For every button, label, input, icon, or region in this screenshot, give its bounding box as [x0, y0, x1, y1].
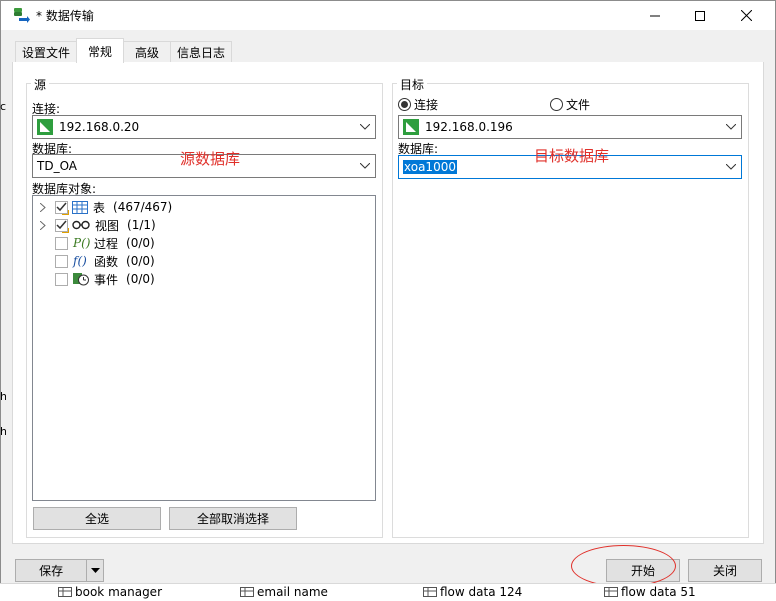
table-icon [72, 200, 88, 214]
bg-left-text-4: h [0, 425, 6, 438]
deselect-all-button[interactable]: 全部取消选择 [169, 507, 297, 530]
caret-down-icon [90, 568, 100, 573]
tree-item-label: 过程 [94, 236, 119, 251]
radio-selected-icon[interactable] [398, 98, 411, 111]
tree-item-count: (467/467) [113, 200, 173, 214]
tab-settings-file[interactable]: 设置文件 [15, 41, 77, 62]
event-icon [73, 273, 89, 286]
target-file-radio[interactable]: 文件 [550, 96, 590, 113]
table-icon [58, 587, 72, 597]
minimize-icon [650, 15, 660, 16]
events-checkbox[interactable] [55, 272, 68, 286]
bg-table-label: email name [257, 585, 328, 599]
window-title: * 数据传输 [36, 9, 94, 23]
mysql-connection-icon [37, 119, 53, 135]
bg-table-label: flow data 124 [440, 585, 523, 599]
chevron-down-icon [726, 164, 736, 170]
tab-general[interactable]: 常规 [76, 38, 124, 63]
bg-table-item: flow data 124 [423, 585, 522, 599]
table-icon [240, 587, 254, 597]
tree-item-count: (0/0) [126, 272, 155, 286]
tree-item-label: 函数 [94, 254, 119, 269]
bg-table-label: flow data 51 [621, 585, 696, 599]
functions-checkbox[interactable] [55, 254, 68, 268]
tab-info-log[interactable]: 信息日志 [170, 41, 232, 62]
target-connection-radio[interactable]: 连接 [398, 96, 438, 113]
bg-table-item: flow data 51 [604, 585, 696, 599]
expand-arrow-icon[interactable] [33, 220, 53, 230]
tree-item-procedures[interactable]: P() 过程 (0/0) [33, 234, 155, 252]
radio-unselected-icon[interactable] [550, 98, 563, 111]
bg-left-text-2: ch [0, 100, 6, 113]
function-icon: f() [73, 254, 87, 268]
app-icon [13, 7, 31, 24]
tab-advanced[interactable]: 高级 [123, 41, 171, 62]
expand-arrow-icon[interactable] [33, 202, 53, 212]
tree-item-functions[interactable]: f() 函数 (0/0) [33, 252, 155, 270]
maximize-icon [695, 10, 705, 21]
glasses-icon [72, 220, 90, 230]
save-dropdown-arrow[interactable] [86, 560, 103, 581]
close-button[interactable]: 关闭 [688, 559, 762, 582]
target-group-title: 目标 [397, 76, 428, 93]
procedures-checkbox[interactable] [55, 236, 68, 250]
source-connection-value: 192.168.0.20 [59, 120, 140, 134]
target-database-value: xoa1000 [403, 160, 457, 174]
bg-table-label: book manager [75, 585, 162, 599]
table-icon [423, 587, 437, 597]
tables-checkbox[interactable] [55, 200, 68, 214]
tree-item-views[interactable]: 视图 (1/1) [33, 216, 156, 234]
tree-item-label: 视图 [95, 218, 120, 233]
tree-item-tables[interactable]: 表 (467/467) [33, 198, 172, 216]
chevron-down-icon [360, 124, 370, 130]
tree-item-label: 表 [93, 200, 106, 215]
select-all-button[interactable]: 全选 [33, 507, 161, 530]
close-window-button[interactable] [723, 1, 769, 30]
bg-left-text-3: h [0, 390, 6, 403]
bg-table-item: email name [240, 585, 328, 599]
tree-item-count: (0/0) [126, 254, 155, 268]
database-objects-tree[interactable]: 表 (467/467) 视图 (1/1) P() 过程 (0/0) f() 函数… [32, 195, 376, 501]
target-file-radio-label: 文件 [566, 98, 591, 112]
start-highlight-circle [571, 545, 676, 587]
views-checkbox[interactable] [55, 218, 68, 232]
target-database-annotation: 目标数据库 [534, 147, 610, 165]
chevron-down-icon [360, 163, 370, 169]
bg-table-item: book manager [58, 585, 162, 599]
save-button-label: 保存 [39, 564, 64, 578]
target-connection-radio-label: 连接 [414, 98, 439, 112]
tree-item-events[interactable]: 事件 (0/0) [33, 270, 155, 288]
source-group-title: 源 [31, 76, 50, 93]
maximize-button[interactable] [677, 1, 723, 30]
tree-item-count: (0/0) [126, 236, 155, 250]
chevron-down-icon [726, 124, 736, 130]
tree-item-label: 事件 [94, 272, 119, 287]
tree-item-count: (1/1) [127, 218, 156, 232]
mysql-connection-icon [403, 119, 419, 135]
procedure-icon: P() [73, 236, 91, 250]
table-icon [604, 587, 618, 597]
source-connection-select[interactable]: 192.168.0.20 [32, 115, 376, 139]
close-icon [740, 10, 752, 21]
minimize-button[interactable] [632, 1, 678, 30]
target-connection-select[interactable]: 192.168.0.196 [398, 115, 742, 139]
target-connection-value: 192.168.0.196 [425, 120, 513, 134]
source-database-annotation: 源数据库 [180, 150, 241, 168]
save-button[interactable]: 保存 [15, 559, 104, 582]
